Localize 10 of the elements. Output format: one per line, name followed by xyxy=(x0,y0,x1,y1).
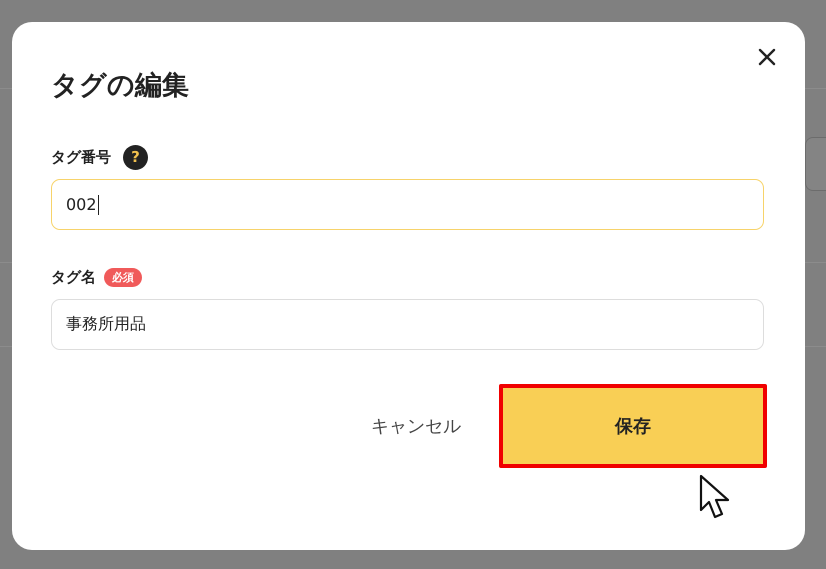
input-field[interactable]: 事務所用品 xyxy=(51,299,764,350)
field-label: タグ番号 xyxy=(51,148,111,166)
input-field[interactable]: 002 xyxy=(51,179,764,230)
field-label: タグ名 xyxy=(51,268,96,286)
save-button[interactable]: 保存 xyxy=(499,384,767,468)
close-icon[interactable] xyxy=(758,48,776,66)
cancel-button[interactable]: キャンセル xyxy=(363,406,469,446)
dialog-title: タグの編集 xyxy=(51,69,190,103)
required-badge: 必須 xyxy=(104,268,142,286)
help-icon[interactable]: ? xyxy=(123,144,148,170)
